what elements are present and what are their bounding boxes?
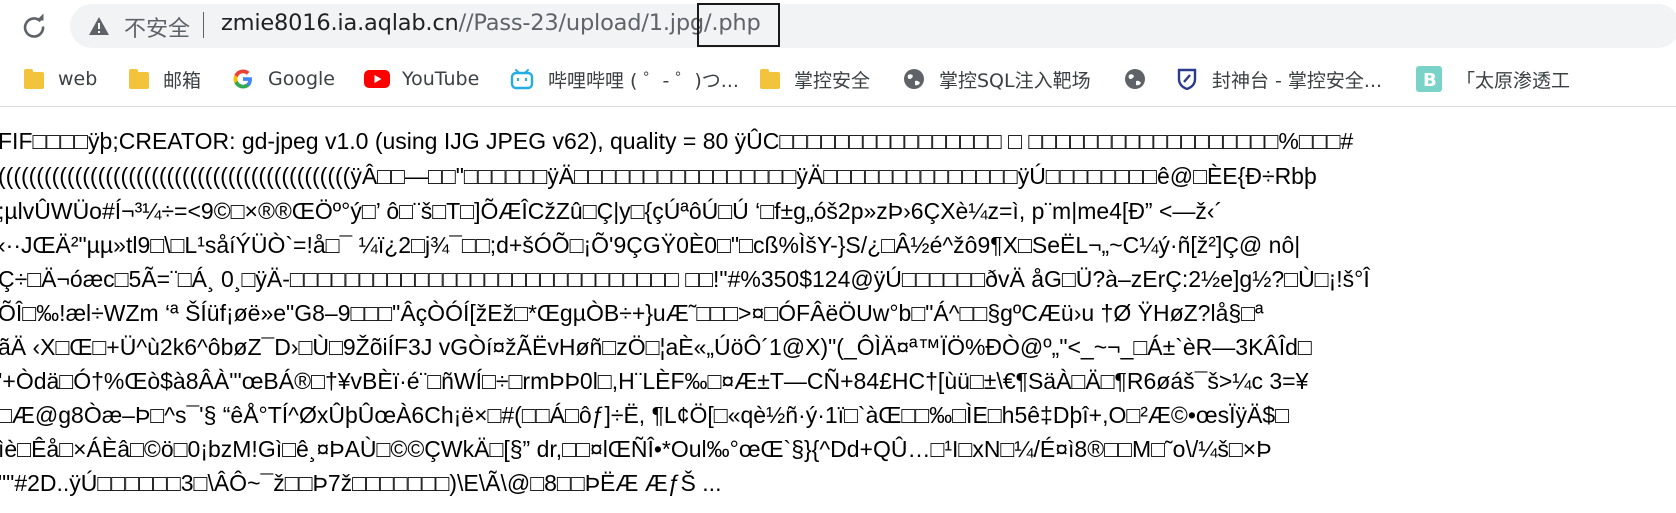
reload-icon[interactable] [18, 10, 50, 42]
binary-text-line: FIF□□□□ÿþ;CREATOR: gd-jpeg v1.0 (using I… [0, 128, 1354, 154]
bookmark-label: 掌控安全 [794, 69, 871, 92]
youtube-icon [364, 70, 390, 88]
binary-text-line: ÕÎ□‰!æl÷WZm ‘ª ŠÍüf¡øë»e"G8–9□□□"ÂçÒÓÍ[ž… [0, 300, 1264, 326]
bilibili-icon [510, 69, 534, 90]
b-icon: B [1416, 66, 1442, 92]
security-status-label[interactable]: 不安全 [124, 11, 190, 43]
address-separator [203, 12, 204, 38]
binary-text-line: '+Òdä□Ó†%Œò$à8ÂÀ'"œBÁ®□†¥vBÈï·é¨□ñWÍ□÷□r… [0, 368, 1309, 394]
bookmark-fengshentai[interactable]: 封神台 - 掌控安全... [1176, 64, 1382, 94]
url-text[interactable]: zmie8016.ia.aqlab.cn//Pass-23/upload/1.j… [221, 10, 761, 36]
globe-icon [904, 69, 924, 89]
bookmark-label: 封神台 - 掌控安全... [1212, 69, 1383, 92]
bookmark-label: Google [268, 68, 336, 90]
url-path: //Pass-23/upload/1.jpg [458, 10, 705, 36]
folder-icon [24, 68, 44, 89]
svg-text:B: B [1423, 70, 1437, 91]
binary-text-line: ;µlvÛWÜo#Í¬³¼÷=<9©□×®®ŒÖº°ý□’ ô□¨š□T□]ÕÆ… [0, 198, 1223, 224]
bookmark-youtube[interactable]: YouTube [364, 64, 479, 94]
bookmark-mailbox[interactable]: 邮箱 [129, 64, 201, 94]
binary-text-line: Ç÷□Ä¬óæc□5Ã=¨□Á¸ 0¸□ÿÄ-□□□□□□□□□□□□□□□□□… [0, 266, 1370, 292]
bookmark-label: YouTube [402, 68, 480, 90]
bookmark-label: 掌控SQL注入靶场 [939, 69, 1091, 92]
globe-icon [1125, 69, 1145, 89]
binary-text-line: □Æ@g8Òæ–Þ□^s¯'§ “êÅ°TÍ^ØxÛþÛœÀ6Ch¡ë×□#(□… [0, 402, 1290, 428]
binary-text-line: ((((((((((((((((((((((((((((((((((((((((… [0, 163, 1317, 189]
warning-icon[interactable] [88, 16, 110, 36]
shield-icon [1177, 68, 1197, 90]
bookmark-label: 「太原渗透工 [1456, 69, 1571, 92]
bookmark-google[interactable]: Google [232, 64, 335, 94]
folder-icon [129, 68, 149, 89]
highlight-box [697, 3, 780, 47]
bookmark-taiyuan[interactable]: B 「太原渗透工 [1416, 64, 1570, 94]
binary-text-line: ãÄ ‹X□Œ□+Ü^ù2k6^ôbøZ¯D›□Ù□9ŽõiÍF3J vGÒí¤… [0, 334, 1312, 360]
google-icon [233, 69, 252, 89]
binary-text-line: ‹··JŒÄ²"µµ»tl9□\□L¹såíÝÜÒ`=!å□¯ ¼ï¿2□j¾¯… [0, 232, 1301, 258]
page-content: FIF□□□□ÿþ;CREATOR: gd-jpeg v1.0 (using I… [0, 107, 1676, 513]
binary-text-line: ""#2D..ÿÚ□□□□□□3□\ÂÔ~¯ž□□Þ7ž□□□□□□□)\E\Ã… [0, 470, 722, 496]
bookmark-label: 哔哩哔哩 ( ゜- ゜)つ... [548, 69, 739, 92]
bookmark-web[interactable]: web [24, 64, 97, 94]
bookmark-sql-range[interactable]: 掌控SQL注入靶场 [903, 64, 1091, 94]
folder-icon [760, 68, 780, 89]
bookmark-label: 邮箱 [163, 69, 202, 92]
bookmark-zhangkong[interactable]: 掌控安全 [760, 64, 870, 94]
bookmark-label: web [58, 68, 98, 90]
bookmarks-bar: web 邮箱 Google YouTube 哔哩哔哩 ( ゜- ゜)つ... 掌 [0, 52, 1676, 107]
browser-toolbar: 不安全 zmie8016.ia.aqlab.cn//Pass-23/upload… [0, 0, 1676, 52]
bookmark-bilibili[interactable]: 哔哩哔哩 ( ゜- ゜)つ... [510, 64, 739, 94]
url-host: zmie8016.ia.aqlab.cn [221, 10, 459, 36]
bookmark-globe[interactable] [1124, 64, 1160, 94]
binary-text-line: ìè□Êå□×ÁÈâ□©ö□0¡bzM!Gì□ê¸¤ÞAÙ□©©ÇWkÄ□[§”… [0, 436, 1272, 462]
